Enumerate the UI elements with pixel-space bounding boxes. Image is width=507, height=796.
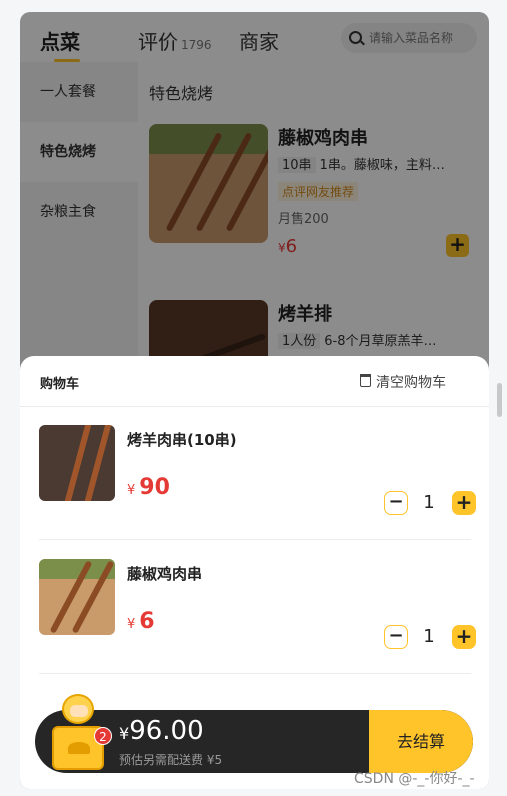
watermark: CSDN @-_-你好-_-: [354, 771, 475, 787]
decrease-quantity-button[interactable]: −: [384, 625, 408, 649]
cart-title: 购物车: [40, 377, 80, 392]
cart-item: 烤羊肉串(10串) ¥90 − 1 +: [39, 407, 476, 540]
quantity-value: 1: [423, 492, 435, 513]
cart-count-badge: 2: [94, 727, 112, 745]
increase-quantity-button[interactable]: +: [452, 491, 476, 515]
app-screen: 点菜 评价 1796 商家 请输入菜品名称 一人套餐 特色烧烤 杂粮主食 特色烧烤…: [20, 12, 489, 789]
cart-item-price: ¥6: [127, 609, 155, 634]
currency-symbol: ¥: [119, 724, 130, 743]
price-value: 6: [139, 609, 155, 634]
clear-cart-button[interactable]: 清空购物车: [360, 372, 446, 392]
scrollbar[interactable]: [497, 383, 502, 417]
currency-symbol: ¥: [127, 617, 136, 632]
currency-symbol: ¥: [127, 483, 136, 498]
total-value: 96.00: [129, 716, 204, 746]
cart-item-image: [39, 559, 115, 635]
clear-cart-label: 清空购物车: [376, 375, 446, 391]
cart-item: 藤椒鸡肉串 ¥6 − 1 +: [39, 541, 476, 674]
trash-icon: [360, 374, 371, 387]
checkout-button[interactable]: 去结算: [369, 710, 473, 773]
increase-quantity-button[interactable]: +: [452, 625, 476, 649]
quantity-value: 1: [423, 626, 435, 647]
cart-item-image: [39, 425, 115, 501]
decrease-quantity-button[interactable]: −: [384, 491, 408, 515]
price-value: 90: [139, 475, 170, 500]
cart-header: 购物车 清空购物车: [20, 356, 489, 407]
cart-item-price: ¥90: [127, 475, 170, 500]
delivery-fee-note: 预估另需配送费 ¥5: [119, 753, 223, 767]
cart-item-name: 烤羊肉串(10串): [127, 431, 237, 449]
cart-total: ¥96.00: [119, 716, 204, 746]
cart-item-name: 藤椒鸡肉串: [127, 565, 203, 583]
